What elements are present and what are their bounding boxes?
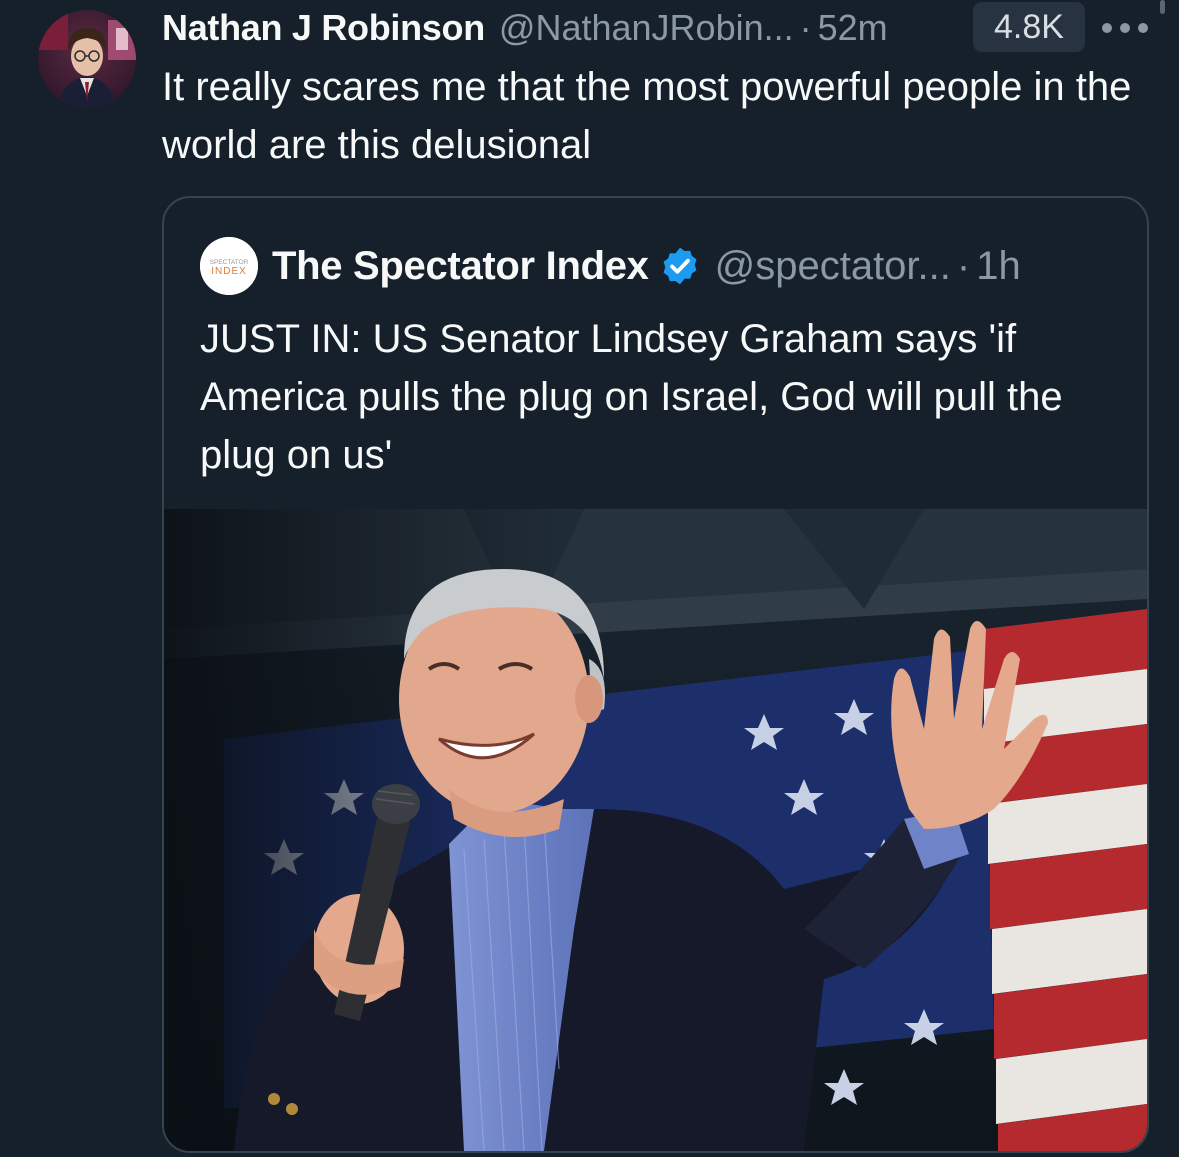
quoted-tweet-header: SPECTATOR INDEX The Spectator Index @spe… [200,237,1021,295]
author-name[interactable]: Nathan J Robinson [162,7,485,49]
verified-badge-icon[interactable] [659,245,701,287]
quoted-author-handle[interactable]: @spectator... [715,244,951,289]
tweet-text: It really scares me that the most powerf… [162,65,1132,167]
quoted-author-avatar[interactable]: SPECTATOR INDEX [200,237,258,295]
tweet-header: Nathan J Robinson @NathanJRobin... · 52m [162,6,888,50]
photo-man-with-microphone-before-us-flag-icon [164,509,1147,1151]
profile-photo-icon [38,10,136,108]
separator-dot: · [799,7,812,48]
avatar[interactable] [38,10,136,108]
timestamp[interactable]: 52m [818,7,888,49]
logo-text-top: SPECTATOR [210,259,249,266]
quoted-tweet[interactable]: SPECTATOR INDEX The Spectator Index @spe… [162,196,1149,1153]
quoted-tweet-image[interactable] [164,509,1147,1151]
author-handle[interactable]: @NathanJRobin... [499,7,794,49]
quoted-separator-dot: · [956,243,971,288]
quoted-timestamp[interactable]: 1h [976,244,1021,289]
quoted-tweet-text: JUST IN: US Senator Lindsey Graham says … [200,317,1063,477]
logo-text-bottom: INDEX [211,266,247,277]
quoted-author-name[interactable]: The Spectator Index [272,244,649,289]
views-badge[interactable]: 4.8K [973,2,1085,52]
spectator-index-logo-icon: SPECTATOR INDEX [200,237,258,295]
scrollbar[interactable] [1160,0,1165,14]
tweet[interactable]: Nathan J Robinson @NathanJRobin... · 52m… [0,0,1179,1157]
more-options-icon[interactable] [1100,22,1150,34]
